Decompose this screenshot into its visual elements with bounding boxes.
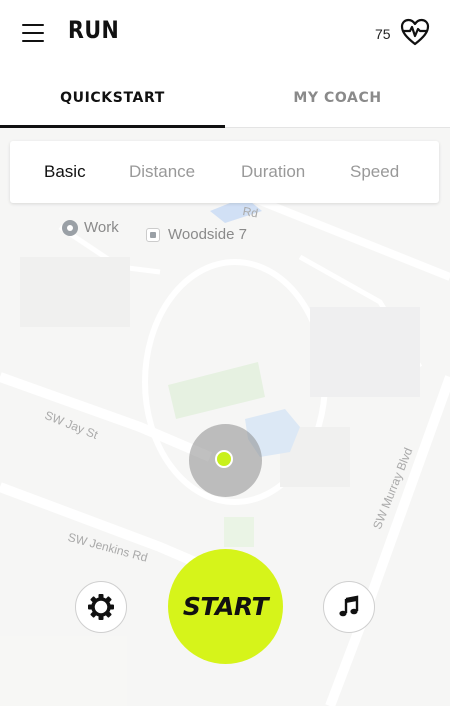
- page-title: RUN: [68, 16, 120, 44]
- poi-work-label: Work: [84, 219, 119, 236]
- run-type-basic[interactable]: Basic: [44, 141, 86, 203]
- street-rd: Rd: [241, 204, 260, 221]
- tab-my-coach[interactable]: MY COACH: [225, 68, 450, 128]
- start-button[interactable]: START: [168, 549, 283, 664]
- hamburger-menu-icon[interactable]: [22, 24, 44, 42]
- run-type-duration[interactable]: Duration: [241, 141, 305, 203]
- music-button[interactable]: [323, 581, 375, 633]
- app-header: RUN 75: [0, 0, 450, 68]
- poi-woodside-label: Woodside 7: [168, 226, 247, 243]
- tab-bar: QUICKSTART MY COACH: [0, 68, 450, 128]
- run-type-distance[interactable]: Distance: [129, 141, 195, 203]
- heart-rate-value[interactable]: 75: [375, 26, 391, 42]
- heart-rate-icon[interactable]: [400, 18, 430, 46]
- poi-woodside[interactable]: Woodside 7: [146, 226, 247, 243]
- settings-button[interactable]: [75, 581, 127, 633]
- current-location-dot: [215, 450, 233, 468]
- music-note-icon: [339, 595, 359, 617]
- tab-quickstart[interactable]: QUICKSTART: [0, 68, 225, 128]
- run-type-selector: Basic Distance Duration Speed: [10, 141, 439, 203]
- start-button-label: START: [182, 592, 269, 621]
- building-pin-icon: [146, 227, 160, 242]
- active-tab-indicator: [0, 125, 225, 128]
- run-type-speed[interactable]: Speed: [350, 141, 399, 203]
- gear-icon: [88, 594, 114, 620]
- briefcase-pin-icon: [62, 219, 78, 236]
- poi-work[interactable]: Work: [62, 219, 119, 236]
